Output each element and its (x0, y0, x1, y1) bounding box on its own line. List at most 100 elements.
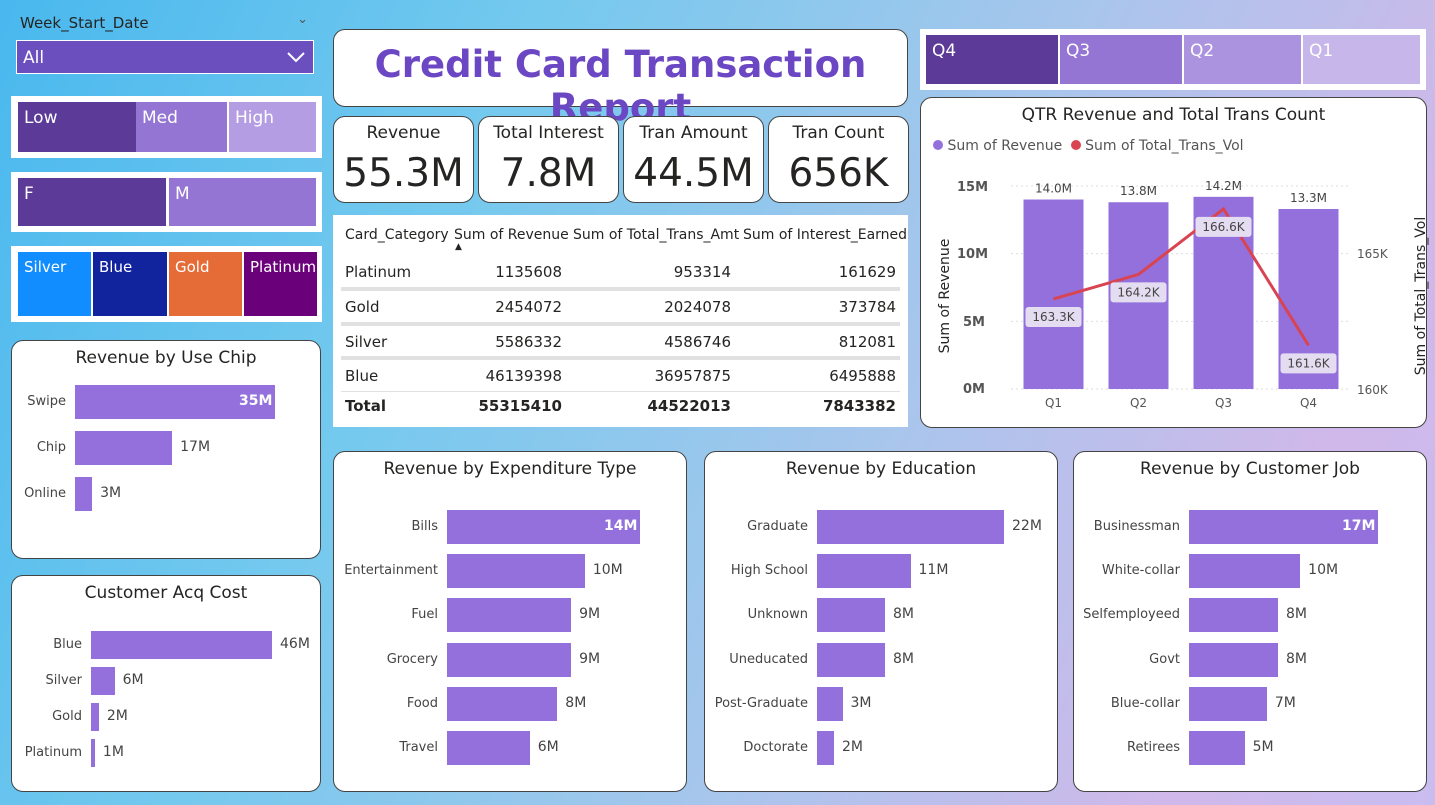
income-tile-high[interactable]: High (229, 102, 316, 152)
dropdown-value: All (23, 48, 45, 68)
matrix-row[interactable]: Platinum 1135608 953314 161629 (333, 261, 908, 283)
data-label: 9M (579, 650, 601, 667)
trans-vol-data-label: 163.3K (1025, 306, 1082, 327)
gender-tile-f[interactable]: F (18, 178, 166, 226)
bar[interactable] (447, 642, 572, 677)
bar[interactable] (91, 703, 99, 731)
quarter-tile-label: Q3 (1066, 41, 1091, 61)
bar[interactable] (817, 642, 885, 677)
card-tile-label: Blue (99, 258, 133, 276)
data-label: 10M (1308, 562, 1339, 579)
quarter-slicer: Q4 Q3 Q2 Q1 (920, 29, 1426, 90)
bar[interactable] (91, 631, 272, 659)
card-category-slicer: Silver Blue Gold Platinum (11, 246, 322, 322)
row-separator (341, 356, 900, 360)
bar[interactable] (817, 598, 885, 633)
bar[interactable] (75, 477, 93, 511)
data-label: 17M (180, 439, 211, 455)
matrix-header-revenue[interactable]: Sum of Revenue (454, 227, 569, 243)
category-label: Doctorate (743, 740, 808, 755)
week-dropdown[interactable]: All (16, 40, 314, 74)
bar[interactable] (447, 554, 585, 589)
matrix-header-trans-amt[interactable]: Sum of Total_Trans_Amt (573, 227, 739, 243)
bar[interactable] (75, 431, 173, 465)
category-label: Grocery (386, 651, 438, 667)
expenditure-type-chart: Revenue by Expenditure Type Bills 14M Ente… (333, 451, 687, 792)
data-label: 7M (1274, 694, 1296, 711)
bar[interactable] (817, 686, 843, 721)
trans-vol-data-label: 166.6K (1195, 216, 1252, 237)
data-label: 14M (604, 518, 638, 534)
income-tile-med[interactable]: Med (136, 102, 227, 152)
bar-plot: Blue 46M Silver 6M Gold 2M Platinum 1M (12, 576, 322, 793)
kpi-tran-amount: Tran Amount 44.5M (623, 116, 764, 203)
card-tile-blue[interactable]: Blue (93, 252, 167, 316)
matrix-row[interactable]: Gold 2454072 2024078 373784 (333, 296, 908, 318)
trans-vol-line[interactable] (1053, 206, 1310, 347)
card-tile-silver[interactable]: Silver (18, 252, 91, 316)
chevron-down-icon[interactable]: ⌄ (297, 12, 308, 27)
cell-interest: 812081 (838, 333, 896, 351)
kpi-value: 44.5M (633, 151, 754, 196)
quarter-tile-q3[interactable]: Q3 (1060, 35, 1182, 84)
category-label: Retirees (1127, 740, 1180, 755)
x-tick-label: Q1 (1045, 396, 1062, 410)
kpi-value: 55.3M (343, 151, 464, 196)
data-label: 8M (1285, 606, 1307, 623)
kpi-tran-count: Tran Count 656K (768, 116, 909, 203)
card-tile-gold[interactable]: Gold (169, 252, 242, 316)
bar[interactable] (817, 554, 911, 589)
quarter-tile-q1[interactable]: Q1 (1303, 35, 1420, 84)
category-label: Fuel (411, 607, 438, 623)
bar-plot: Businessman 17M White-collar 10M Selfemploye… (1074, 452, 1428, 793)
bar[interactable] (817, 731, 834, 765)
bar[interactable] (817, 510, 1004, 544)
bar[interactable] (447, 731, 530, 765)
card-tile-label: Platinum (250, 258, 317, 276)
matrix-header-cardcategory[interactable]: Card_Category (345, 227, 449, 243)
category-label: White-collar (1101, 563, 1180, 579)
gender-tile-m[interactable]: M (169, 178, 316, 226)
trans-vol-data-label: 161.6K (1280, 353, 1337, 374)
category-label: Travel (399, 740, 438, 755)
cell-interest: 161629 (838, 263, 896, 281)
bar[interactable] (1189, 598, 1278, 633)
matrix-row[interactable]: Silver 5586332 4586746 812081 (333, 331, 908, 353)
quarter-tile-q2[interactable]: Q2 (1184, 35, 1301, 84)
data-label: 6M (122, 672, 144, 688)
cell-revenue: 5586332 (495, 333, 562, 351)
cell-trans-amt: 36957875 (654, 367, 731, 385)
bar[interactable] (1189, 642, 1278, 677)
bar[interactable] (91, 667, 115, 695)
data-label: 8M (893, 650, 914, 667)
education-chart: Revenue by Education Graduate 22M High Sch… (704, 451, 1058, 792)
category-label: Govt (1149, 651, 1180, 667)
use-chip-chart: Revenue by Use Chip Swipe 35M Chip 17M Onlin… (11, 340, 321, 559)
matrix-header-interest[interactable]: Sum of Interest_Earned (743, 227, 907, 243)
data-label: 3M (100, 485, 122, 501)
x-tick-label: Q2 (1130, 396, 1147, 410)
bar[interactable] (1189, 686, 1267, 721)
income-slicer: Low Med High (11, 96, 322, 158)
quarter-tile-label: Q1 (1309, 41, 1334, 61)
data-label: 10M (592, 562, 623, 579)
matrix-row[interactable]: Blue 46139398 36957875 6495888 (333, 365, 908, 387)
matrix-total-row: Total 55315410 44522013 7843382 (333, 395, 908, 417)
quarter-tile-q4[interactable]: Q4 (926, 35, 1058, 84)
category-label: Graduate (747, 519, 808, 534)
category-label: Platinum (24, 745, 82, 760)
bar[interactable] (91, 739, 95, 767)
bar[interactable] (447, 686, 558, 721)
income-tile-low[interactable]: Low (18, 102, 142, 152)
revenue-data-label: 13.3M (1290, 191, 1327, 205)
bar-plot: Swipe 35M Chip 17M Online 3M (12, 341, 322, 560)
data-label: 35M (239, 393, 273, 409)
trans-vol-data-label: 164.2K (1110, 282, 1167, 303)
bar[interactable] (1189, 731, 1245, 765)
income-tile-label: High (235, 108, 275, 128)
bar[interactable] (447, 598, 572, 633)
bar[interactable] (1189, 554, 1301, 589)
data-label: 8M (1285, 650, 1307, 667)
chevron-down-icon (287, 52, 305, 63)
card-tile-platinum[interactable]: Platinum (244, 252, 317, 316)
